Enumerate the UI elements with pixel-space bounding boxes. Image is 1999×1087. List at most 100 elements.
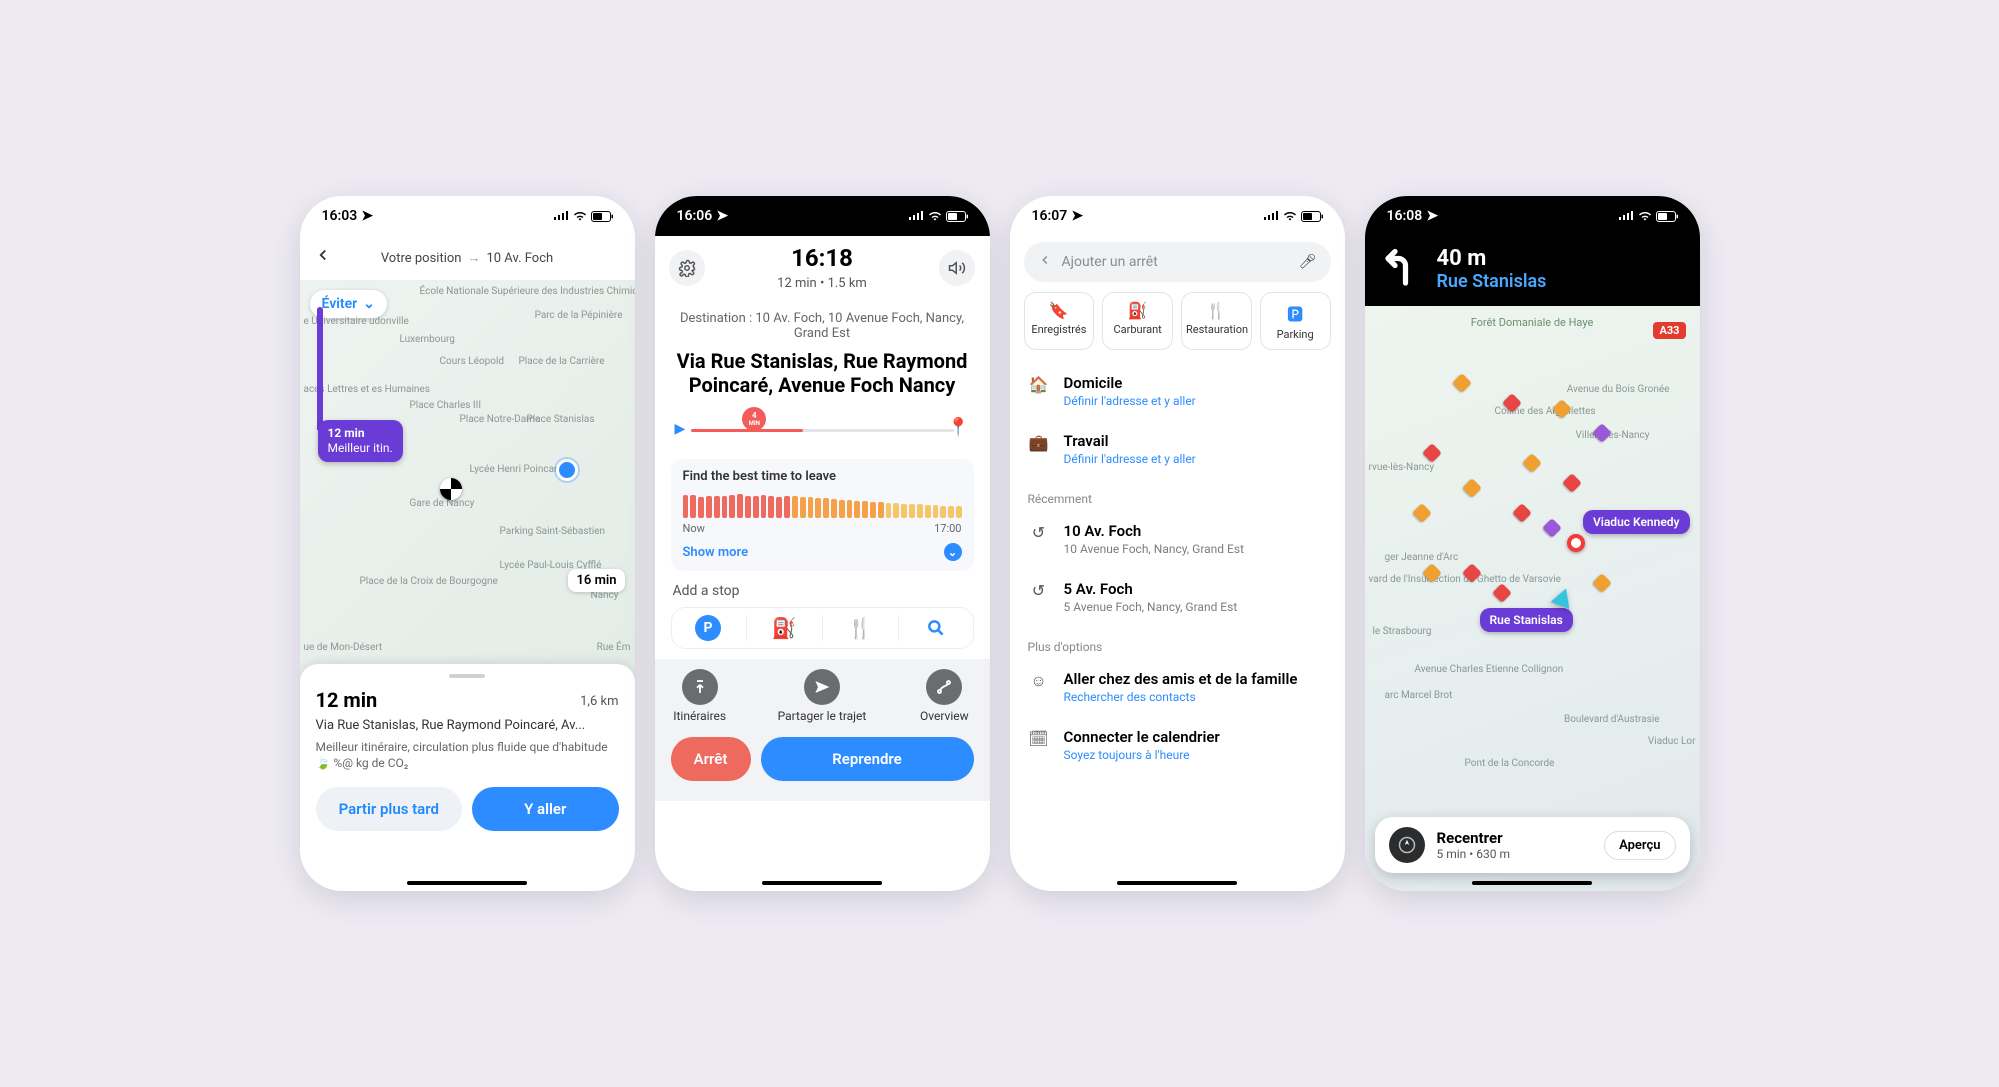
gas-icon[interactable]: ⛽ — [747, 615, 823, 641]
parking-icon[interactable]: P — [671, 615, 747, 641]
nav-map[interactable]: Forêt Domaniale de Haye A33 Avenue du Bo… — [1365, 306, 1700, 891]
trip-actions: Itinéraires Partager le trajet Overview — [655, 659, 990, 727]
nav-route-line — [1365, 306, 1665, 456]
turn-left-icon — [1381, 248, 1423, 290]
status-time: 16:08 — [1387, 208, 1423, 224]
best-time-title: Find the best time to leave — [683, 469, 962, 484]
chevron-down-icon: ⌄ — [944, 543, 962, 561]
location-icon: ➤ — [1426, 208, 1438, 224]
go-button[interactable]: Y aller — [472, 787, 619, 831]
food-icon[interactable]: 🍴 — [823, 615, 899, 641]
home-indicator — [407, 881, 527, 885]
alt-route-time[interactable]: 16 min — [568, 569, 624, 592]
section-more: Plus d'options — [1010, 626, 1345, 658]
overview-icon — [926, 669, 962, 705]
drag-handle[interactable] — [449, 674, 485, 678]
resume-button[interactable]: Reprendre — [761, 737, 974, 781]
destination-label: Destination : 10 Av. Foch, 10 Avenue Foc… — [671, 311, 974, 341]
status-time: 16:03 — [322, 208, 358, 224]
share-icon — [804, 669, 840, 705]
status-bar: 16:03 ➤ — [300, 196, 635, 236]
best-time-card[interactable]: Find the best time to leave Now17:00 Sho… — [671, 459, 974, 571]
recent-list: ↺10 Av. Foch10 Avenue Foch, Nancy, Grand… — [1010, 510, 1345, 626]
back-icon[interactable] — [1038, 253, 1052, 271]
turn-distance: 40 m — [1437, 246, 1547, 271]
screen-route-preview: 16:03 ➤ Votre position → 10 Av. Foch Évi… — [300, 196, 635, 891]
list-item[interactable]: 🗓Connecter le calendrierSoyez toujours à… — [1028, 716, 1327, 774]
search-input[interactable]: Ajouter un arrêt 🎤︎ — [1024, 242, 1331, 282]
screen-navigation: 16:08 ➤ 40 m Rue Stanislas Forêt Domania… — [1365, 196, 1700, 891]
mic-icon[interactable]: 🎤︎ — [1299, 254, 1317, 270]
pin-icon: 📍 — [947, 417, 969, 438]
list-item[interactable]: 🏠DomicileDéfinir l'adresse et y aller — [1028, 362, 1327, 420]
map-tag-kennedy[interactable]: Viaduc Kennedy — [1583, 510, 1690, 534]
progress-bubble: 4MIN — [742, 407, 766, 431]
search-icon[interactable] — [899, 615, 974, 641]
back-icon[interactable] — [314, 246, 332, 268]
primary-list: 🏠DomicileDéfinir l'adresse et y aller💼Tr… — [1010, 362, 1345, 478]
add-stop-label: Add a stop — [673, 583, 972, 599]
routes-icon — [682, 669, 718, 705]
status-indicators — [908, 211, 968, 222]
status-indicators — [553, 211, 613, 222]
screen-trip-detail: 16:06 ➤ 16:18 12 min • 1.5 km Destinatio… — [655, 196, 990, 891]
status-bar: 16:06 ➤ — [655, 196, 990, 236]
recenter-sub: 5 min • 630 m — [1437, 847, 1511, 861]
home-indicator — [1117, 881, 1237, 885]
chip-carburant[interactable]: ⛽Carburant — [1102, 292, 1173, 350]
map[interactable]: Éviter⌄ École Nationale Supérieure des I… — [300, 280, 635, 682]
location-icon: ➤ — [1071, 208, 1083, 224]
recenter-bar: Recentrer 5 min • 630 m Aperçu — [1375, 817, 1690, 873]
status-bar: 16:08 ➤ — [1365, 196, 1700, 236]
arrow-icon: → — [467, 250, 480, 266]
chip-parking[interactable]: 🅿︎Parking — [1260, 292, 1331, 350]
chip-restauration[interactable]: 🍴Restauration — [1181, 292, 1252, 350]
turn-street: Rue Stanislas — [1437, 271, 1547, 292]
list-item[interactable]: ☺Aller chez des amis et de la familleRec… — [1028, 658, 1327, 716]
location-icon: ➤ — [361, 208, 373, 224]
category-chips: 🔖Enregistrés⛽Carburant🍴Restauration🅿︎Par… — [1010, 292, 1345, 362]
status-indicators — [1618, 211, 1678, 222]
eta-subtitle: 12 min • 1.5 km — [777, 276, 867, 291]
overview-button[interactable]: Overview — [883, 669, 989, 723]
section-recent: Récemment — [1010, 478, 1345, 510]
status-indicators — [1263, 211, 1323, 222]
home-indicator — [1472, 881, 1592, 885]
home-indicator — [762, 881, 882, 885]
status-time: 16:07 — [1032, 208, 1068, 224]
route-lines — [300, 280, 600, 430]
route-time: 12 min — [316, 688, 378, 712]
list-item[interactable]: ↺10 Av. Foch10 Avenue Foch, Nancy, Grand… — [1028, 510, 1327, 568]
play-icon: ▶ — [675, 421, 686, 437]
best-route-badge[interactable]: 12 min Meilleur itin. — [318, 420, 403, 462]
leave-later-button[interactable]: Partir plus tard — [316, 787, 463, 831]
screen-add-stop: 16:07 ➤ Ajouter un arrêt 🎤︎ 🔖Enregistrés… — [1010, 196, 1345, 891]
stop-category-row: P ⛽ 🍴 — [671, 607, 974, 649]
overview-button[interactable]: Aperçu — [1604, 831, 1675, 860]
status-bar: 16:07 ➤ — [1010, 196, 1345, 236]
sound-icon[interactable] — [939, 250, 975, 286]
via-label: Via Rue Stanislas, Rue Raymond Poincaré,… — [671, 349, 974, 397]
routes-button[interactable]: Itinéraires — [655, 669, 761, 723]
route-distance: 1,6 km — [580, 694, 618, 709]
route-sheet[interactable]: 12 min 1,6 km Via Rue Stanislas, Rue Ray… — [300, 664, 635, 891]
stop-button[interactable]: Arrêt — [671, 737, 751, 781]
compass-icon[interactable] — [1389, 827, 1425, 863]
list-item[interactable]: 💼TravailDéfinir l'adresse et y aller — [1028, 420, 1327, 478]
turn-instruction: 40 m Rue Stanislas — [1365, 236, 1700, 306]
vehicle-cursor — [1550, 585, 1575, 609]
route-header: Votre position → 10 Av. Foch — [300, 236, 635, 280]
more-list: ☺Aller chez des amis et de la familleRec… — [1010, 658, 1345, 774]
map-tag-stanislas[interactable]: Rue Stanislas — [1480, 608, 1573, 632]
header-from: Votre position — [381, 251, 462, 266]
recenter-label: Recentrer — [1437, 829, 1511, 847]
show-more-button[interactable]: Show more⌄ — [683, 543, 962, 561]
destination-flag-icon — [440, 478, 462, 500]
settings-icon[interactable] — [669, 250, 705, 286]
share-button[interactable]: Partager le trajet — [761, 669, 883, 723]
current-location-dot — [559, 462, 575, 478]
search-placeholder: Ajouter un arrêt — [1062, 254, 1158, 270]
progress-slider[interactable]: ▶ 4MIN 📍 — [675, 413, 970, 447]
chip-enregistrés[interactable]: 🔖Enregistrés — [1024, 292, 1095, 350]
list-item[interactable]: ↺5 Av. Foch5 Avenue Foch, Nancy, Grand E… — [1028, 568, 1327, 626]
